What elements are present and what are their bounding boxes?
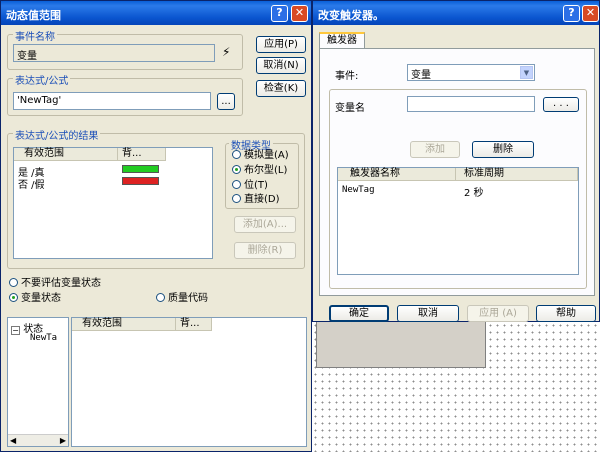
result-col-range[interactable]: 有效范围: [14, 148, 118, 161]
background-frame: [316, 322, 486, 368]
no-eval-label: 不要评估变量状态: [21, 278, 101, 289]
quality-code-label: 质量代码: [168, 293, 208, 304]
event-label: 事件:: [335, 71, 359, 82]
variable-name-input[interactable]: [407, 96, 535, 112]
state-list[interactable]: 有效范围 背...: [71, 317, 307, 447]
result-list[interactable]: 有效范围 背... 是 /真 否 /假: [13, 147, 213, 259]
delete-button[interactable]: 删除: [472, 141, 534, 158]
trigger-period-cell: 2 秒: [464, 188, 484, 199]
dialog2-title: 改变触发器。: [318, 9, 384, 22]
close-icon[interactable]: ✕: [291, 5, 308, 22]
datatype-direct-radio[interactable]: 直接(D): [232, 194, 280, 206]
event-type-icon[interactable]: ⚡: [222, 45, 236, 59]
table-row[interactable]: NewTag 2 秒: [342, 184, 572, 199]
result-col-background[interactable]: 背...: [118, 148, 166, 161]
expression-input[interactable]: 'NewTag': [13, 92, 211, 110]
tree-child-label: NewTa: [30, 333, 58, 343]
trigger-col-period[interactable]: 标准周期: [456, 168, 578, 181]
tab-trigger[interactable]: 触发器: [319, 32, 365, 49]
tree-child[interactable]: NewTa: [30, 333, 57, 343]
true-color-swatch[interactable]: [122, 165, 159, 173]
result-row-label: 否 /假: [18, 180, 45, 191]
ok-button[interactable]: 确定: [329, 305, 389, 322]
state-col-range[interactable]: 有效范围: [72, 318, 176, 331]
state-col-background[interactable]: 背...: [176, 318, 212, 331]
event-select-value: 变量: [411, 70, 431, 81]
result-group-label: 表达式/公式的结果: [13, 127, 101, 142]
dynamic-value-range-dialog: 动态值范围 ? ✕ 事件名称 变量 ⚡ 表达式/公式 'NewTag' ... …: [0, 0, 312, 452]
help-button[interactable]: 帮助: [536, 305, 596, 322]
datatype-label: 直接(D): [244, 194, 280, 205]
check-button[interactable]: 检查(K): [256, 80, 306, 97]
event-name-group-label: 事件名称: [13, 28, 57, 43]
state-tree[interactable]: − 状态 NewTa ◀ ▶: [7, 317, 69, 447]
scroll-right-icon[interactable]: ▶: [60, 435, 66, 446]
datatype-bit-radio[interactable]: 位(T): [232, 180, 268, 192]
dialog2-titlebar[interactable]: 改变触发器。: [313, 1, 599, 25]
datatype-label: 位(T): [244, 180, 268, 191]
help-icon[interactable]: ?: [563, 5, 580, 22]
result-row[interactable]: 否 /假: [18, 176, 208, 191]
change-trigger-dialog: 改变触发器。 ? ✕ 触发器 事件: 变量 ▼ 变量名 . . . 添加 删除 …: [312, 0, 600, 322]
datatype-analog-radio[interactable]: 模拟量(A): [232, 150, 289, 162]
trigger-name-cell: NewTag: [342, 185, 375, 195]
cancel-button[interactable]: 取消: [397, 305, 459, 322]
datatype-bool-radio[interactable]: 布尔型(L): [232, 165, 287, 177]
variable-browse-button[interactable]: . . .: [543, 97, 579, 112]
apply-button[interactable]: 应用(P): [256, 36, 306, 53]
close-icon[interactable]: ✕: [582, 5, 599, 22]
cancel-button[interactable]: 取消(N): [256, 57, 306, 74]
event-select[interactable]: 变量 ▼: [407, 64, 535, 81]
delete-button[interactable]: 删除(R): [234, 242, 296, 259]
result-row[interactable]: 是 /真: [18, 164, 208, 179]
datatype-label: 模拟量(A): [244, 150, 289, 161]
apply-button[interactable]: 应用 (A): [467, 305, 529, 322]
tab-trigger-label: 触发器: [327, 35, 357, 46]
add-button[interactable]: 添加: [410, 141, 460, 158]
false-color-swatch[interactable]: [122, 177, 159, 185]
variable-name-label: 变量名: [335, 103, 365, 114]
datatype-label: 布尔型(L): [244, 165, 288, 176]
tree-hscrollbar[interactable]: ◀ ▶: [8, 434, 68, 446]
scroll-left-icon[interactable]: ◀: [8, 436, 16, 445]
expression-browse-button[interactable]: ...: [217, 93, 235, 110]
trigger-list[interactable]: 触发器名称 标准周期 NewTag 2 秒: [337, 167, 579, 275]
event-name-field: 变量: [13, 44, 215, 62]
dialog1-title: 动态值范围: [6, 9, 61, 22]
help-icon[interactable]: ?: [271, 5, 288, 22]
tree-expand-icon[interactable]: −: [11, 326, 20, 335]
trigger-col-name[interactable]: 触发器名称: [338, 168, 456, 181]
expression-group-label: 表达式/公式: [13, 72, 71, 87]
quality-code-radio[interactable]: 质量代码: [156, 293, 208, 305]
var-state-radio[interactable]: 变量状态: [9, 293, 61, 305]
no-eval-radio[interactable]: 不要评估变量状态: [9, 278, 101, 290]
add-button[interactable]: 添加(A)...: [234, 216, 296, 233]
var-state-label: 变量状态: [21, 293, 61, 304]
dialog1-titlebar[interactable]: 动态值范围: [1, 1, 311, 25]
chevron-down-icon[interactable]: ▼: [520, 66, 533, 79]
